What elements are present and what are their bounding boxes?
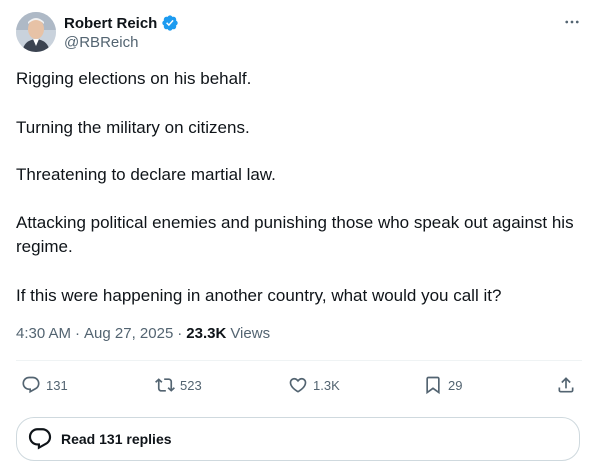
retweet-icon: [155, 378, 175, 392]
heart-icon: [289, 377, 307, 393]
separator-dot: ·: [177, 324, 183, 342]
reply-count: 131: [46, 377, 68, 393]
like-count: 1.3K: [313, 377, 340, 393]
author-name-row[interactable]: Robert Reich: [64, 12, 179, 34]
verified-badge-icon: [161, 14, 179, 32]
reply-button[interactable]: 131: [21, 372, 68, 398]
author-name[interactable]: Robert Reich: [64, 15, 157, 32]
tweet-text-line: Turning the military on citizens.: [16, 118, 250, 137]
bookmark-count: 29: [448, 377, 463, 393]
tweet-text-line: If this were happening in another countr…: [16, 286, 502, 305]
tweet-date[interactable]: Aug 27, 2025: [84, 325, 173, 342]
avatar-image: [16, 12, 56, 52]
read-replies-label: Read 131 replies: [61, 431, 172, 447]
tweet-text-line: Rigging elections on his behalf.: [16, 69, 252, 88]
tweet-time[interactable]: 4:30 AM: [16, 325, 71, 342]
tweet-text-line: Threatening to declare martial law.: [16, 165, 276, 184]
share-button[interactable]: [556, 372, 576, 398]
views-count: 23.3K: [186, 324, 227, 342]
read-replies-button[interactable]: Read 131 replies: [16, 417, 580, 461]
divider: [16, 360, 582, 361]
more-options-button[interactable]: [560, 10, 584, 34]
retweet-button[interactable]: 523: [155, 372, 202, 398]
views-label: Views: [230, 324, 271, 342]
bookmark-icon: [426, 376, 440, 395]
tweet-text-line: Attacking political enemies and punishin…: [16, 213, 574, 256]
more-icon: [565, 20, 579, 24]
separator-dot: ·: [75, 324, 81, 342]
tweet-meta: 4:30 AM · Aug 27, 2025 · 23.3K Views: [16, 323, 270, 343]
bookmark-button[interactable]: 29: [423, 372, 462, 398]
avatar[interactable]: [16, 12, 56, 52]
reply-bubble-icon: [28, 428, 52, 450]
share-icon: [558, 377, 574, 393]
reply-icon: [22, 376, 40, 394]
retweet-count: 523: [180, 377, 202, 393]
author-handle[interactable]: @RBReich: [64, 34, 138, 51]
like-button[interactable]: 1.3K: [288, 372, 340, 398]
